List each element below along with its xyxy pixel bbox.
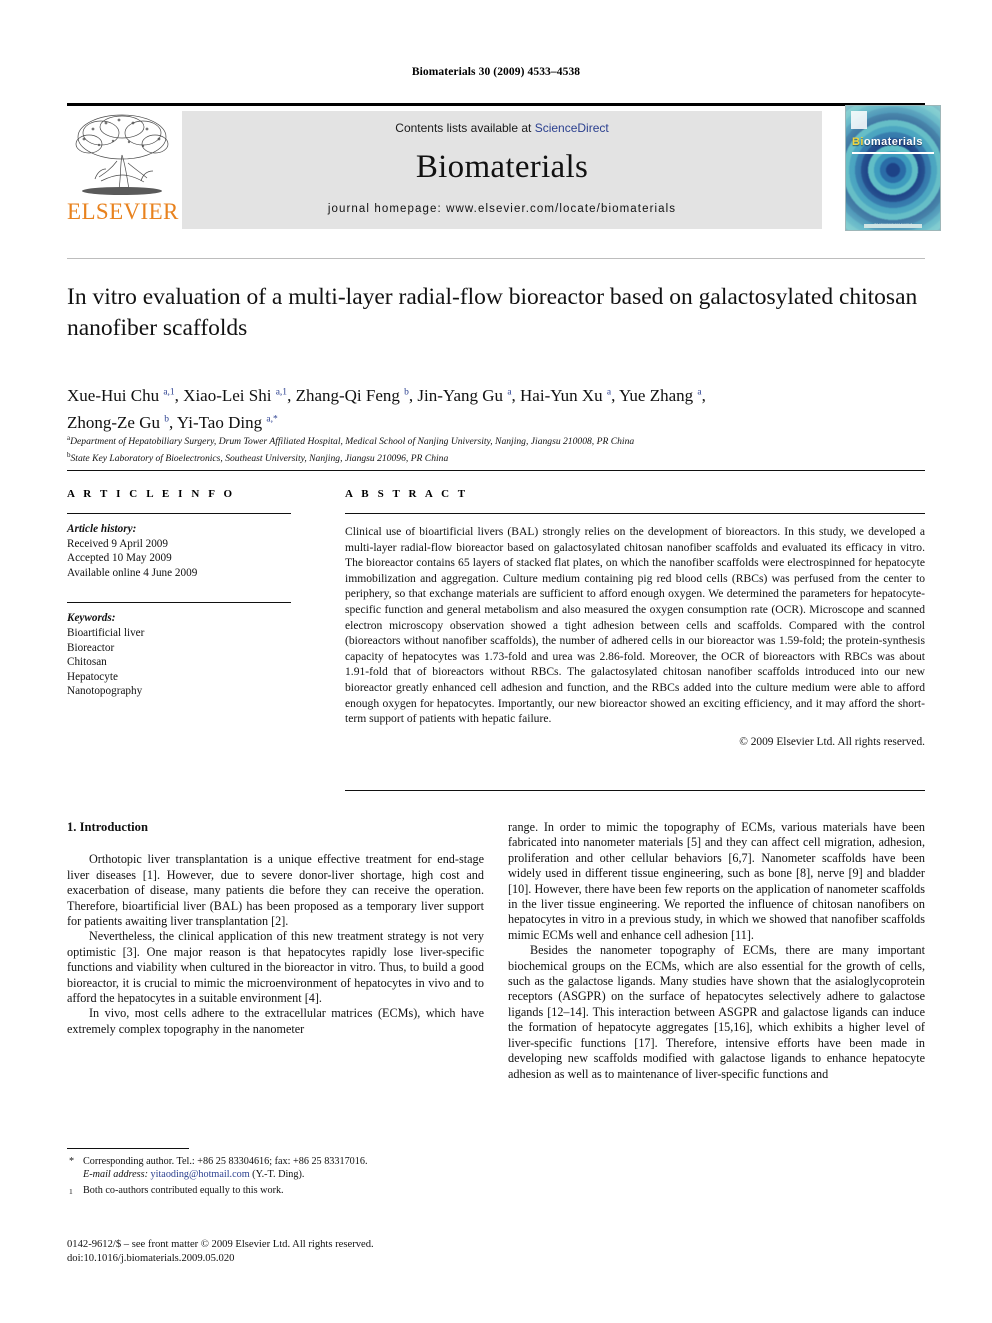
email-address-suffix: (Y.-T. Ding).: [252, 1169, 305, 1181]
cover-barcode: [864, 224, 922, 228]
abstract-rule: [345, 513, 925, 514]
author-list: Xue-Hui Chu a,1, Xiao-Lei Shi a,1, Zhang…: [67, 380, 927, 435]
body-column-right: range. In order to mimic the topography …: [508, 820, 925, 1082]
journal-title: Biomaterials: [415, 149, 589, 185]
article-info-column: A R T I C L E I N F O Article history: R…: [67, 488, 307, 699]
footnote-marker-one: 1: [69, 1186, 73, 1196]
keyword-item: Nanotopography: [67, 685, 143, 698]
affiliation-b: bState Key Laboratory of Bioelectronics,…: [67, 450, 449, 464]
body-paragraph: Orthotopic liver transplantation is a un…: [67, 852, 484, 929]
title-separator: [67, 258, 925, 259]
sciencedirect-link[interactable]: ScienceDirect: [535, 121, 609, 135]
page-title: In vitro evaluation of a multi-layer rad…: [67, 284, 918, 341]
elsevier-tree-icon: [71, 111, 173, 199]
body-paragraph: range. In order to mimic the topography …: [508, 820, 925, 942]
article-page: Biomaterials 30 (2009) 4533–4538 ELSEVIE…: [0, 0, 992, 1323]
journal-cover-thumbnail: Biomaterials An international journal: [845, 105, 941, 231]
abstract-text: Clinical use of bioartificial livers (BA…: [345, 525, 925, 726]
abstract-bottom-rule: [345, 790, 925, 791]
footnote-equal-contribution: 1 Both co-authors contributed equally to…: [67, 1184, 484, 1197]
section-heading-introduction: 1. Introduction: [67, 820, 148, 834]
footnote-corresponding-author: * Corresponding author. Tel.: +86 25 833…: [67, 1155, 484, 1182]
article-info-rule-1: [67, 513, 291, 514]
abstract-heading: A B S T R A C T: [345, 488, 469, 500]
article-info-heading: A R T I C L E I N F O: [67, 488, 236, 500]
cover-elsevier-mark: [851, 111, 867, 129]
history-item: Received 9 April 2009: [67, 537, 168, 550]
footnote-corresponding-text: Corresponding author. Tel.: +86 25 83304…: [83, 1156, 368, 1167]
footnote-block: * Corresponding author. Tel.: +86 25 833…: [67, 1155, 484, 1197]
masthead-panel: Contents lists available at ScienceDirec…: [182, 111, 822, 229]
abstract-column: A B S T R A C T Clinical use of bioartif…: [345, 488, 925, 748]
cover-title-rule: [852, 152, 934, 154]
article-info-rule-2: [67, 602, 291, 604]
body-paragraph: In vivo, most cells adhere to the extrac…: [67, 1006, 484, 1036]
cover-title: Biomaterials: [852, 136, 923, 148]
journal-homepage-link[interactable]: journal homepage: www.elsevier.com/locat…: [182, 203, 822, 215]
author-line-2: Zhong-Ze Gu b, Yi-Tao Ding a,*: [67, 413, 278, 433]
elsevier-logo: ELSEVIER: [67, 111, 179, 229]
contents-prefix: Contents lists available at: [395, 121, 535, 135]
colophon-line-2: doi:10.1016/j.biomaterials.2009.05.020: [67, 1253, 235, 1264]
history-item: Available online 4 June 2009: [67, 566, 198, 579]
info-top-rule: [67, 470, 925, 471]
abstract-copyright: © 2009 Elsevier Ltd. All rights reserved…: [739, 735, 925, 748]
keyword-item: Hepatocyte: [67, 670, 118, 683]
keyword-item: Chitosan: [67, 656, 107, 669]
email-address-label: E-mail address:: [83, 1169, 148, 1181]
article-history-label: Article history:: [67, 523, 137, 535]
email-address-link[interactable]: yitaoding@hotmail.com: [151, 1169, 250, 1180]
elsevier-wordmark: ELSEVIER: [67, 199, 179, 224]
history-item: Accepted 10 May 2009: [67, 552, 172, 565]
footnote-equal-text: Both co-authors contributed equally to t…: [83, 1184, 284, 1196]
affiliation-a: aDepartment of Hepatobiliary Surgery, Dr…: [67, 434, 635, 448]
running-head: Biomaterials 30 (2009) 4533–4538: [411, 66, 581, 78]
author-line-1: Xue-Hui Chu a,1, Xiao-Lei Shi a,1, Zhang…: [67, 385, 706, 405]
affiliation-list: aDepartment of Hepatobiliary Surgery, Dr…: [67, 432, 927, 465]
footnote-rule: [67, 1148, 189, 1149]
contents-available-line: Contents lists available at ScienceDirec…: [182, 121, 822, 135]
body-column-left: 1. Introduction Orthotopic liver transpl…: [67, 820, 484, 1037]
keywords-block: Keywords: Bioartificial liver Bioreactor…: [67, 611, 307, 699]
colophon-line-1: 0142-9612/$ – see front matter © 2009 El…: [67, 1239, 374, 1250]
keywords-label: Keywords:: [67, 612, 116, 625]
body-paragraph: Nevertheless, the clinical application o…: [67, 929, 484, 1006]
colophon: 0142-9612/$ – see front matter © 2009 El…: [67, 1238, 567, 1266]
masthead-top-rule: [67, 103, 925, 106]
footnote-marker-asterisk: *: [69, 1156, 75, 1167]
body-paragraph: Besides the nanometer topography of ECMs…: [508, 943, 925, 1081]
article-history-block: Article history: Received 9 April 2009 A…: [67, 522, 307, 580]
keyword-item: Bioreactor: [67, 641, 115, 654]
keyword-item: Bioartificial liver: [67, 626, 145, 639]
journal-masthead: ELSEVIER Contents lists available at Sci…: [67, 103, 941, 231]
